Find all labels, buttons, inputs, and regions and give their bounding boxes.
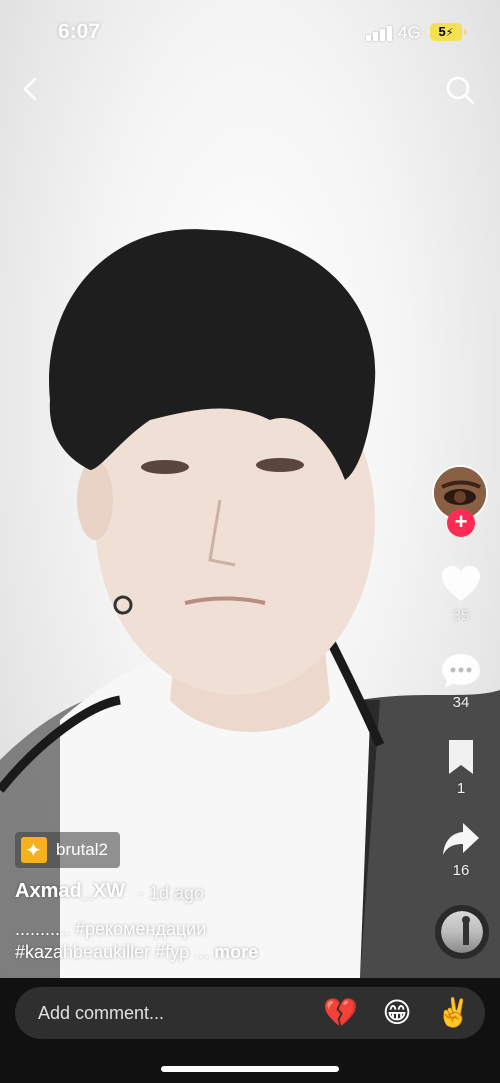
heart-icon	[442, 566, 480, 601]
like-count: 35	[452, 607, 470, 624]
back-icon[interactable]	[16, 74, 46, 104]
like-button[interactable]: 35	[436, 565, 486, 624]
share-icon	[443, 823, 479, 855]
home-indicator	[161, 1066, 339, 1072]
music-cover	[441, 911, 483, 953]
music-cover-image	[462, 916, 470, 945]
save-button[interactable]: 1	[436, 738, 486, 797]
music-disc[interactable]	[435, 905, 489, 959]
share-button[interactable]: 16	[436, 820, 486, 879]
effect-label: brutal2	[56, 840, 108, 859]
status-time: 6:07	[58, 20, 101, 43]
battery-icon: 5⚡	[430, 23, 466, 41]
broken-heart-emoji[interactable]: 💔	[323, 996, 358, 1030]
post-time: · 1d ago	[138, 883, 205, 903]
search-icon[interactable]	[444, 74, 476, 106]
caption-more-link[interactable]: more	[214, 942, 258, 962]
grin-emoji[interactable]: 😁	[380, 996, 414, 1030]
status-bar: 6:07 4G 5⚡	[0, 0, 500, 66]
caption-line-2: #kazahbeaukiller #fyp ...	[15, 942, 215, 962]
video-caption[interactable]: ........... #рекомендации #kazahbeaukill…	[15, 918, 415, 964]
victory-emoji[interactable]: ✌️	[436, 996, 471, 1030]
effect-icon	[21, 837, 47, 863]
comment-input[interactable]: Add comment...	[38, 1003, 164, 1024]
effect-chip[interactable]: brutal2	[15, 832, 120, 868]
network-type: 4G	[398, 23, 421, 42]
caption-line-1: ........... #рекомендации	[15, 919, 207, 939]
signal-icon	[366, 25, 392, 41]
bookmark-icon	[449, 740, 473, 774]
follow-button[interactable]: +	[447, 509, 475, 537]
author-name[interactable]: Axmad_XW	[15, 880, 125, 903]
save-count: 1	[456, 780, 466, 797]
comment-button[interactable]: 34	[436, 652, 486, 711]
comment-count: 34	[452, 694, 470, 711]
comment-icon	[442, 654, 480, 688]
battery-level: 5	[438, 24, 446, 39]
share-count: 16	[452, 862, 470, 879]
